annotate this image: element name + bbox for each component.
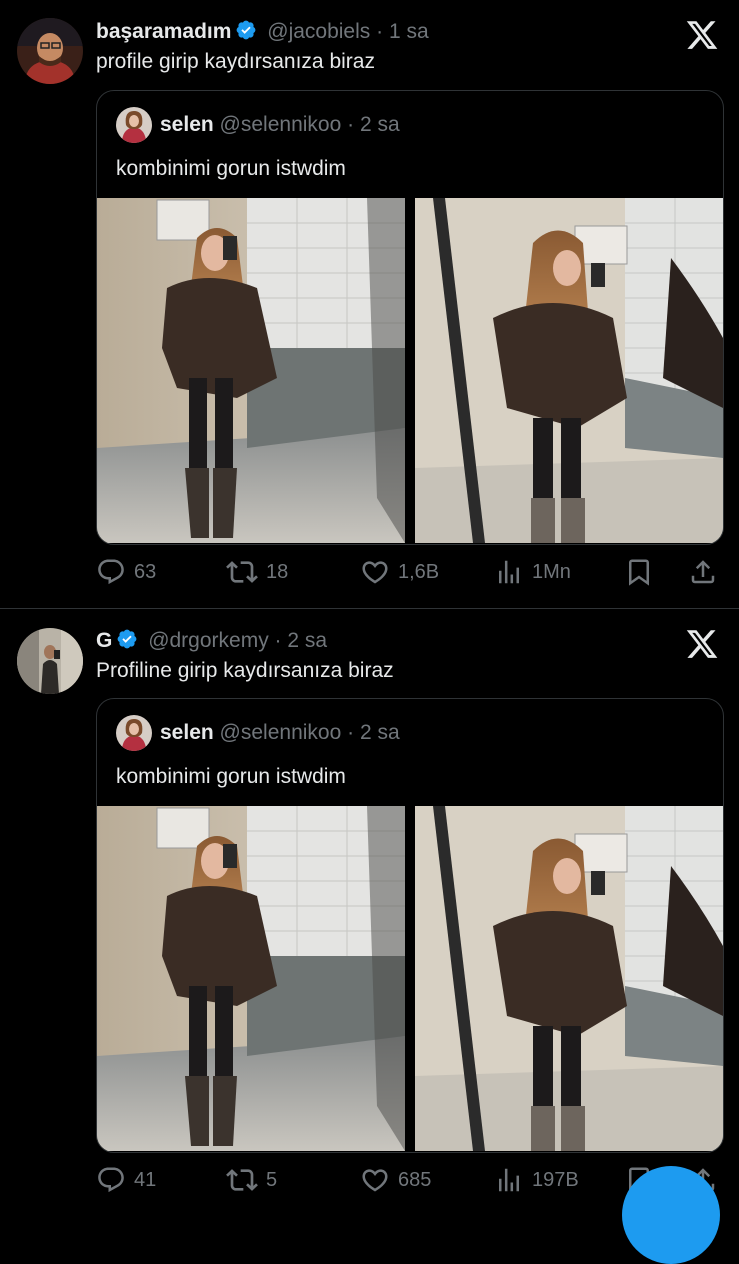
quoted-author-name: selen	[160, 113, 214, 136]
views-button[interactable]: 1Mn	[494, 554, 571, 590]
x-logo-icon	[685, 627, 719, 661]
x-logo-icon	[685, 18, 719, 52]
separator-dot: ·	[347, 113, 355, 136]
repost-button[interactable]: 5	[226, 1162, 277, 1198]
views-icon	[499, 560, 519, 584]
tweet-header: başaramadım @jacobiels · 1 sa	[96, 19, 429, 47]
separator-dot: ·	[376, 20, 384, 43]
timestamp[interactable]: 1 sa	[389, 20, 429, 43]
author-avatar[interactable]	[17, 628, 83, 694]
action-bar: 63 18 1,6B 1Mn	[96, 554, 726, 590]
repost-icon	[226, 1169, 258, 1191]
repost-count: 5	[266, 1168, 278, 1191]
quoted-author-handle: @selennikoo	[219, 113, 342, 136]
like-button[interactable]: 685	[360, 1162, 431, 1198]
quoted-author-avatar	[116, 715, 152, 751]
separator-dot: ·	[274, 629, 282, 652]
reply-icon	[98, 1167, 124, 1193]
tweet-1[interactable]: başaramadım @jacobiels · 1 sa profile gi…	[0, 0, 739, 608]
repost-button[interactable]: 18	[226, 554, 288, 590]
bookmark-icon	[629, 559, 649, 586]
tweet-header: G @drgorkemy · 2 sa	[96, 628, 327, 656]
share-button[interactable]	[688, 554, 726, 590]
bookmark-button[interactable]	[624, 554, 662, 590]
verified-badge-icon	[116, 628, 138, 656]
quoted-tweet-header: selen @selennikoo · 2 sa	[116, 107, 400, 143]
reply-button[interactable]: 63	[96, 554, 156, 590]
quoted-author-handle: @selennikoo	[219, 721, 342, 744]
reply-button[interactable]: 41	[96, 1162, 156, 1198]
media-grid	[97, 198, 723, 543]
author-handle[interactable]: @drgorkemy	[148, 629, 269, 652]
like-count: 685	[398, 1168, 432, 1191]
media-photo-1[interactable]	[97, 806, 405, 1151]
media-grid	[97, 806, 723, 1151]
author-name[interactable]: başaramadım	[96, 20, 231, 43]
quoted-tweet[interactable]: selen @selennikoo · 2 sa kombinimi gorun…	[96, 90, 724, 545]
verified-badge-icon	[235, 19, 257, 47]
share-icon	[691, 560, 715, 584]
reply-count: 41	[134, 1168, 157, 1191]
like-button[interactable]: 1,6B	[360, 554, 439, 590]
media-photo-2[interactable]	[415, 806, 723, 1151]
repost-icon	[226, 561, 258, 583]
quoted-timestamp: 2 sa	[359, 721, 400, 744]
like-icon	[362, 1169, 388, 1192]
author-avatar[interactable]	[17, 18, 83, 84]
reply-icon	[98, 559, 124, 585]
separator-dot: ·	[347, 721, 355, 744]
tweet-2[interactable]: G @drgorkemy · 2 sa Profiline girip kayd…	[0, 609, 739, 1200]
like-count: 1,6B	[398, 560, 440, 583]
reply-count: 63	[134, 560, 157, 583]
compose-fab-button[interactable]	[622, 1166, 720, 1264]
tweet-text: profile girip kaydırsanıza biraz	[96, 50, 375, 73]
tweet-text: Profiline girip kaydırsanıza biraz	[96, 659, 394, 682]
quoted-author-avatar	[116, 107, 152, 143]
quoted-tweet-header: selen @selennikoo · 2 sa	[116, 715, 400, 751]
like-icon	[362, 561, 388, 584]
media-photo-2[interactable]	[415, 198, 723, 543]
quoted-tweet-text: kombinimi gorun istwdim	[116, 157, 346, 180]
views-count: 1Mn	[532, 560, 571, 583]
timestamp[interactable]: 2 sa	[287, 629, 327, 652]
quoted-timestamp: 2 sa	[359, 113, 400, 136]
quoted-author-name: selen	[160, 721, 214, 744]
views-count: 197B	[532, 1168, 579, 1191]
views-button[interactable]: 197B	[494, 1162, 579, 1198]
media-photo-1[interactable]	[97, 198, 405, 543]
repost-count: 18	[266, 560, 289, 583]
author-name[interactable]: G	[96, 629, 112, 652]
quoted-tweet-text: kombinimi gorun istwdim	[116, 765, 346, 788]
author-handle[interactable]: @jacobiels	[267, 20, 370, 43]
views-icon	[499, 1168, 519, 1192]
quoted-tweet[interactable]: selen @selennikoo · 2 sa kombinimi gorun…	[96, 698, 724, 1153]
